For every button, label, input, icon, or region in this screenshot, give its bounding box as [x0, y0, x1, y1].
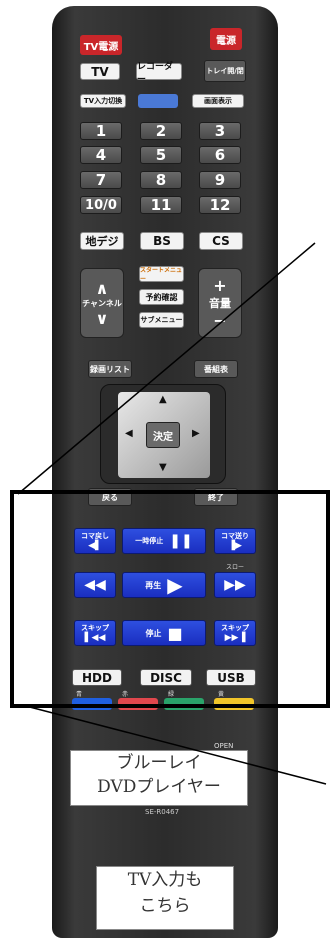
callout-line-upper	[17, 242, 316, 495]
callout-lines	[17, 242, 327, 785]
callout-line-lower	[21, 704, 327, 785]
